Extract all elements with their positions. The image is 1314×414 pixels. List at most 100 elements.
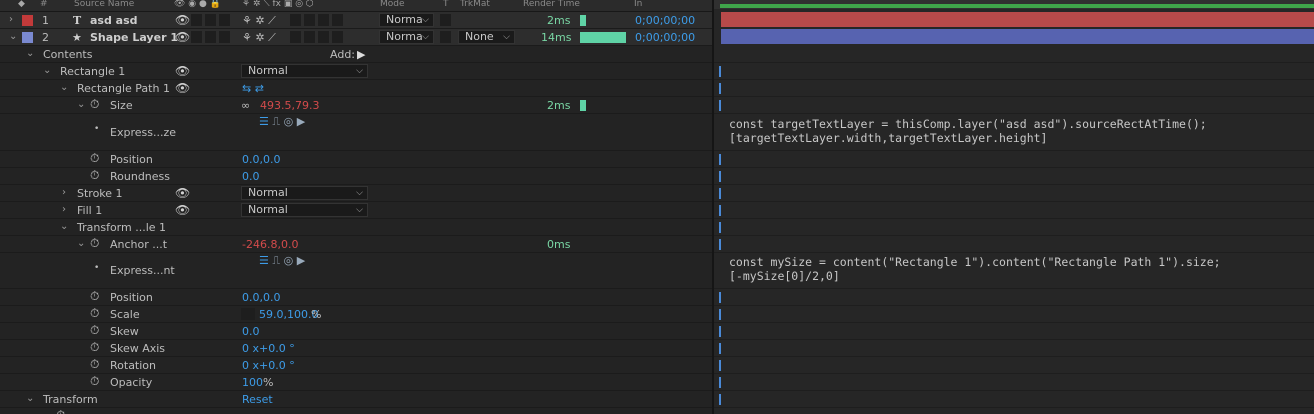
collapse-chevron-icon[interactable]: ⌄ bbox=[60, 82, 68, 93]
collapse-chevron-icon[interactable]: ⌄ bbox=[77, 238, 85, 249]
path-direction-icons[interactable]: ⇆ ⇄ bbox=[242, 82, 264, 95]
in-header[interactable]: In bbox=[634, 0, 642, 9]
expression-controls[interactable]: ☰ ⎍ ◎ ▶ bbox=[259, 254, 305, 268]
expression-text-line-2[interactable]: [targetTextLayer.width,targetTextLayer.h… bbox=[729, 131, 1048, 145]
blend-mode-dropdown[interactable]: Normal ⌵ bbox=[241, 186, 368, 200]
fill-1-row[interactable]: › Fill 1 👁 Normal ⌵ bbox=[0, 202, 712, 219]
layer-name[interactable]: asd asd bbox=[90, 14, 138, 27]
solo-switch[interactable] bbox=[205, 14, 216, 26]
stopwatch-icon[interactable]: ⏱ bbox=[90, 97, 99, 112]
3d-switch[interactable] bbox=[332, 14, 343, 26]
reset-link[interactable]: Reset bbox=[242, 393, 273, 406]
visibility-eye-icon[interactable]: 👁 bbox=[175, 186, 190, 200]
transform-rectangle-row[interactable]: ⌄ Transform ...le 1 bbox=[0, 219, 712, 236]
language-menu-icon[interactable]: ▶ bbox=[297, 115, 305, 128]
position-value[interactable]: 0.0,0.0 bbox=[242, 153, 280, 166]
adjustment-switch[interactable] bbox=[318, 31, 329, 43]
position-value[interactable]: 0.0,0.0 bbox=[242, 291, 280, 304]
fx-switch[interactable] bbox=[290, 31, 301, 43]
preserve-transparency-switch[interactable] bbox=[440, 31, 451, 43]
skew-axis-row[interactable]: ⏱ Skew Axis 0 x+0.0 ° bbox=[0, 340, 712, 357]
anchor-row[interactable]: ⌄ ⏱ Anchor ...t -246.8,0.0 0ms bbox=[0, 236, 712, 253]
opacity-value[interactable]: 100 bbox=[242, 376, 263, 389]
transform-row[interactable]: ⌄ Transform Reset bbox=[0, 391, 712, 408]
collapse-chevron-icon[interactable]: ⌄ bbox=[26, 393, 34, 404]
rectangle-1-row[interactable]: ⌄ Rectangle 1 👁 Normal ⌵ bbox=[0, 63, 712, 80]
size-value[interactable]: 493.5,79.3 bbox=[260, 99, 319, 112]
expand-chevron-icon[interactable]: › bbox=[62, 187, 66, 198]
graph-icon[interactable]: ⎍ bbox=[272, 254, 280, 267]
source-name-header[interactable]: Source Name bbox=[74, 0, 134, 9]
label-column-icon[interactable]: ◆ bbox=[18, 0, 25, 9]
trkmat-header[interactable]: TrkMat bbox=[460, 0, 490, 9]
expression-controls[interactable]: ☰ ⎍ ◎ ▶ bbox=[259, 115, 305, 129]
shy-collapse-icons[interactable]: ⚘ ✲ ⟋ bbox=[242, 14, 276, 28]
in-point[interactable]: 0;00;00;00 bbox=[635, 31, 695, 44]
expression-editor-anchor[interactable]: const mySize = content("Rectangle 1").co… bbox=[714, 253, 1314, 289]
pickwhip-icon[interactable]: ◎ bbox=[284, 254, 294, 267]
preserve-transparency-switch[interactable] bbox=[440, 14, 451, 26]
mode-dropdown[interactable]: Norma ⌵ bbox=[379, 13, 434, 27]
layer-1-duration-bar[interactable] bbox=[721, 12, 1314, 27]
size-row[interactable]: ⌄ ⏱ Size ∞ 493.5,79.3 2ms bbox=[0, 97, 712, 114]
expression-text-line-1[interactable]: const mySize = content("Rectangle 1").co… bbox=[729, 255, 1221, 269]
lock-switch[interactable] bbox=[219, 14, 230, 26]
stopwatch-icon[interactable]: ⏱ bbox=[90, 357, 99, 372]
stopwatch-icon[interactable]: ⏱ bbox=[90, 151, 99, 166]
audio-switch[interactable] bbox=[191, 14, 202, 26]
visibility-eye-icon[interactable]: 👁 bbox=[175, 13, 190, 27]
stopwatch-icon[interactable]: ⏱ bbox=[90, 289, 99, 304]
mode-dropdown[interactable]: Norma ⌵ bbox=[379, 30, 434, 44]
stopwatch-icon[interactable]: ⏱ bbox=[90, 323, 99, 338]
layer-2-duration-bar[interactable] bbox=[721, 29, 1314, 44]
in-point[interactable]: 0;00;00;00 bbox=[635, 14, 695, 27]
roundness-value[interactable]: 0.0 bbox=[242, 170, 260, 183]
adjustment-switch[interactable] bbox=[318, 14, 329, 26]
lock-switch[interactable] bbox=[219, 31, 230, 43]
mode-header[interactable]: Mode bbox=[380, 0, 405, 9]
graph-icon[interactable]: ⎍ bbox=[272, 115, 280, 128]
layer-row-2[interactable]: ⌄ 2 ★ Shape Layer 1 👁 ⚘ ✲ ⟋ Norma ⌵ None ⌵… bbox=[0, 29, 712, 46]
add-play-icon[interactable]: ▶ bbox=[357, 48, 365, 61]
rotation-row[interactable]: ⏱ Rotation 0 x+0.0 ° bbox=[0, 357, 712, 374]
motion-blur-switch[interactable] bbox=[304, 31, 315, 43]
expression-editor-size[interactable]: const targetTextLayer = thisComp.layer("… bbox=[714, 114, 1314, 151]
audio-switch[interactable] bbox=[191, 31, 202, 43]
num-column-header[interactable]: # bbox=[40, 0, 48, 9]
enable-expression-icon[interactable]: ☰ bbox=[259, 254, 269, 267]
collapse-chevron-icon[interactable]: ⌄ bbox=[43, 65, 51, 76]
motion-blur-switch[interactable] bbox=[304, 14, 315, 26]
work-area-green[interactable] bbox=[720, 4, 1314, 8]
stopwatch-icon[interactable]: ⏱ bbox=[90, 340, 99, 355]
roundness-row[interactable]: ⏱ Roundness 0.0 bbox=[0, 168, 712, 185]
expression-text-line-1[interactable]: const targetTextLayer = thisComp.layer("… bbox=[729, 117, 1207, 131]
constrain-link-icon[interactable]: ∞ bbox=[241, 99, 250, 112]
collapse-chevron-icon[interactable]: ⌄ bbox=[77, 99, 85, 110]
shy-collapse-icons[interactable]: ⚘ ✲ ⟋ bbox=[242, 31, 276, 45]
visibility-eye-icon[interactable]: 👁 bbox=[175, 81, 190, 95]
skew-axis-value[interactable]: 0 x+0.0 ° bbox=[242, 342, 295, 355]
t-header[interactable]: T bbox=[443, 0, 449, 9]
collapse-chevron-icon[interactable]: ⌄ bbox=[9, 31, 17, 42]
stopwatch-icon[interactable]: ⏱ bbox=[56, 408, 65, 414]
stopwatch-icon[interactable]: ⏱ bbox=[90, 236, 99, 251]
visibility-eye-icon[interactable]: 👁 bbox=[175, 203, 190, 217]
anchor-value[interactable]: -246.8,0.0 bbox=[242, 238, 298, 251]
blend-mode-dropdown[interactable]: Normal ⌵ bbox=[241, 64, 368, 78]
enable-expression-icon[interactable]: ☰ bbox=[259, 115, 269, 128]
expression-text-line-2[interactable]: [-mySize[0]/2,0] bbox=[729, 269, 840, 283]
visibility-eye-icon[interactable]: 👁 bbox=[175, 64, 190, 78]
opacity-row[interactable]: ⏱ Opacity 100 % bbox=[0, 374, 712, 391]
skew-value[interactable]: 0.0 bbox=[242, 325, 260, 338]
solo-switch[interactable] bbox=[205, 31, 216, 43]
layer-row-1[interactable]: › 1 T asd asd 👁 ⚘ ✲ ⟋ Norma ⌵ 2ms 0;00;00… bbox=[0, 12, 712, 29]
expand-chevron-icon[interactable]: › bbox=[9, 14, 13, 25]
collapse-chevron-icon[interactable]: ⌄ bbox=[60, 221, 68, 232]
visibility-eye-icon[interactable]: 👁 bbox=[175, 30, 190, 44]
anchor-expression-row[interactable]: • Express...nt ☰ ⎍ ◎ ▶ bbox=[0, 253, 712, 289]
stroke-1-row[interactable]: › Stroke 1 👁 Normal ⌵ bbox=[0, 185, 712, 202]
fx-switch[interactable] bbox=[290, 14, 301, 26]
rotation-value[interactable]: 0 x+0.0 ° bbox=[242, 359, 295, 372]
trkmat-dropdown[interactable]: None ⌵ bbox=[458, 30, 515, 44]
blend-mode-dropdown[interactable]: Normal ⌵ bbox=[241, 203, 368, 217]
